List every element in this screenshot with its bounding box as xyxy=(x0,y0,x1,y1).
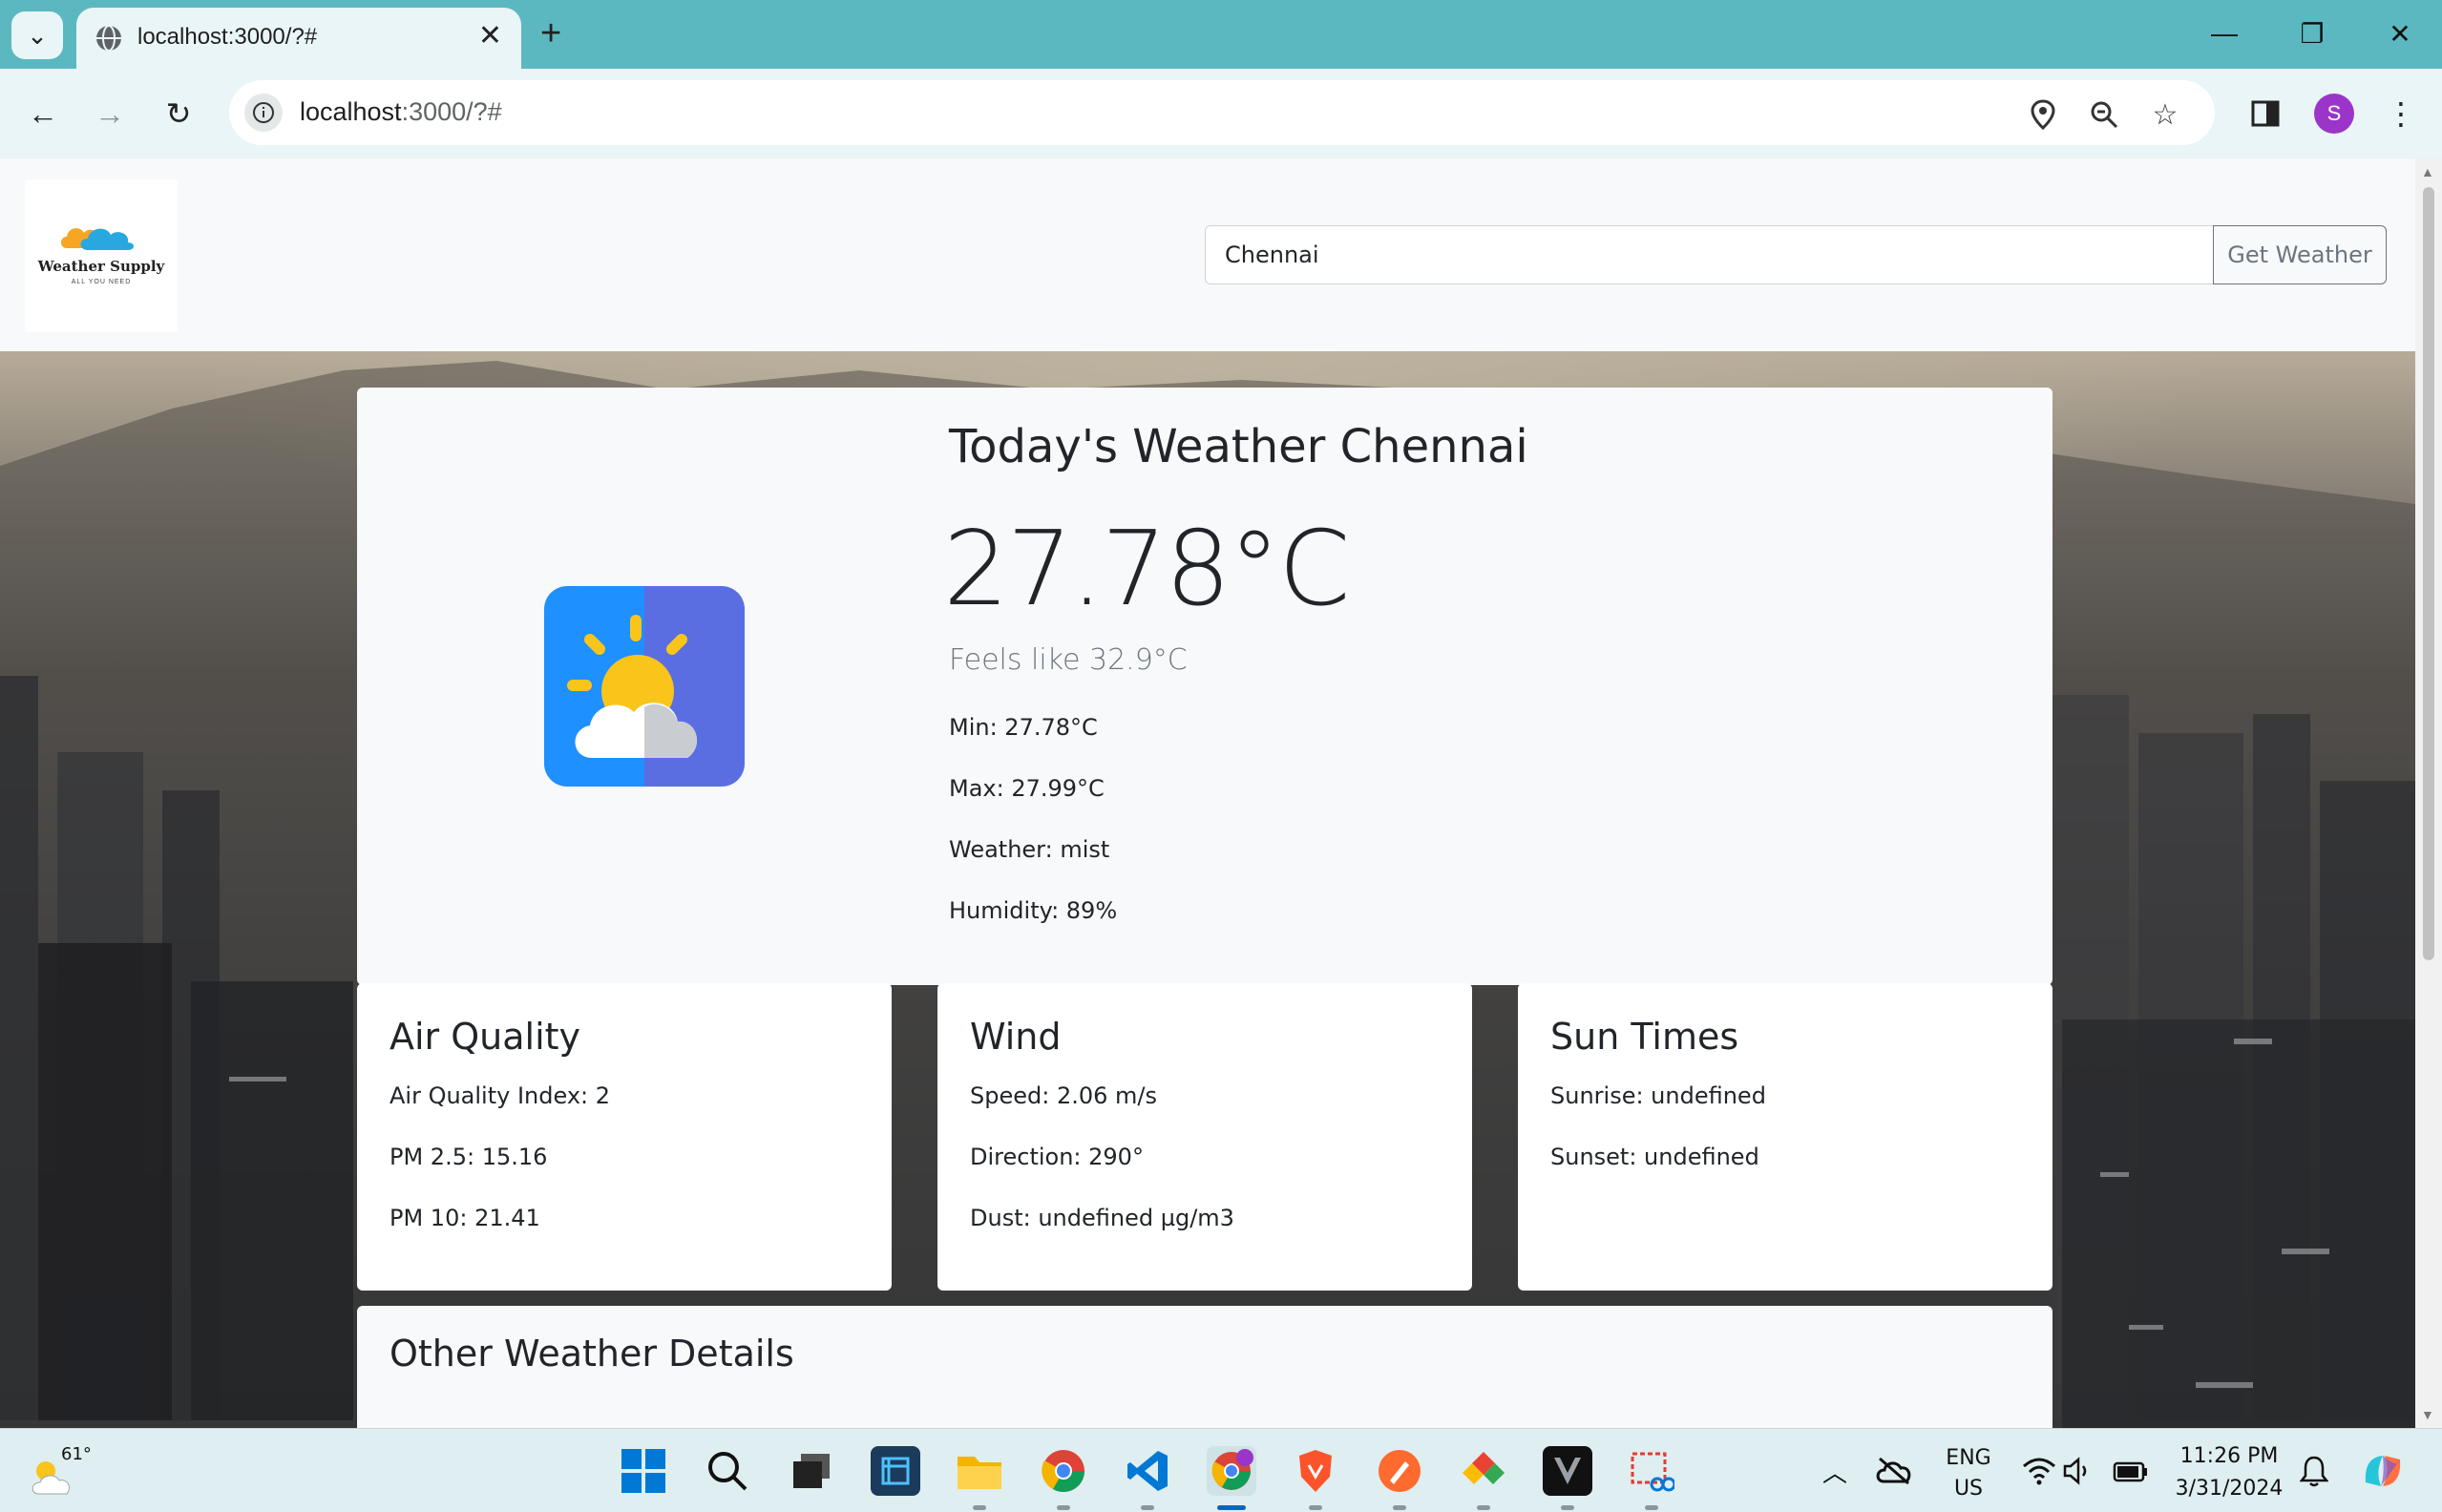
wind-title: Wind xyxy=(970,1016,1062,1058)
site-info-icon[interactable] xyxy=(244,94,283,132)
running-indicator xyxy=(1057,1505,1070,1510)
page-scrollbar[interactable]: ▲ ▼ xyxy=(2415,158,2442,1428)
file-explorer-icon[interactable] xyxy=(955,1446,1004,1496)
menu-kebab-icon[interactable]: ⋮ xyxy=(2377,90,2425,137)
url-text[interactable]: localhost:3000/?# xyxy=(300,97,502,127)
volume-icon[interactable] xyxy=(2054,1446,2104,1496)
running-indicator xyxy=(1477,1505,1490,1510)
profile-avatar[interactable]: S xyxy=(2314,94,2354,134)
running-indicator xyxy=(1645,1505,1658,1510)
restore-icon[interactable]: ❐ xyxy=(2284,10,2341,57)
search-icon[interactable] xyxy=(703,1446,752,1496)
other-details-card: Other Weather Details xyxy=(357,1306,2053,1428)
reload-icon[interactable]: ↻ xyxy=(155,90,202,137)
clock-date[interactable]: 3/31/2024 xyxy=(2167,1477,2291,1501)
scroll-up-icon[interactable]: ▲ xyxy=(2421,164,2434,179)
other-details-title: Other Weather Details xyxy=(389,1333,794,1375)
notification-bell-icon[interactable] xyxy=(2289,1446,2339,1496)
forward-icon[interactable]: → xyxy=(86,90,134,137)
game-app-icon[interactable] xyxy=(1543,1446,1592,1496)
today-weather-title: Today's Weather Chennai xyxy=(949,420,1528,473)
brave-icon[interactable] xyxy=(1291,1446,1340,1496)
tab-title: localhost:3000/?# xyxy=(137,24,318,50)
browser-toolbar: ← → ↻ localhost:3000/?# ☆ S ⋮ xyxy=(0,69,2442,158)
globe-icon xyxy=(96,25,121,52)
sunrise-value: Sunrise: undefined xyxy=(1550,1082,1766,1109)
pm25-value: PM 2.5: 15.16 xyxy=(389,1144,548,1170)
bookmark-star-icon[interactable]: ☆ xyxy=(2148,97,2182,132)
max-temperature: Max: 27.99°C xyxy=(949,775,1105,802)
copilot-icon[interactable] xyxy=(2358,1446,2408,1496)
windows-taskbar: 61° ︿ ENG US 11:26 PM 3/31/2024 xyxy=(0,1428,2442,1512)
city-search-input[interactable] xyxy=(1205,225,2215,284)
scrollbar-thumb[interactable] xyxy=(2423,187,2434,960)
browser-tab-bar: ⌄ localhost:3000/?# ✕ + — ❐ ✕ xyxy=(0,0,2442,69)
feels-like: Feels like 32.9°C xyxy=(949,643,1188,677)
sun-times-card: Sun Times Sunrise: undefined Sunset: und… xyxy=(1518,983,2053,1291)
get-weather-button[interactable]: Get Weather xyxy=(2213,225,2387,284)
app-icon[interactable] xyxy=(871,1446,920,1496)
address-bar[interactable]: localhost:3000/?# ☆ xyxy=(229,80,2215,145)
scroll-down-icon[interactable]: ▼ xyxy=(2421,1407,2434,1422)
tab-search-button[interactable]: ⌄ xyxy=(11,11,63,59)
air-quality-index: Air Quality Index: 2 xyxy=(389,1082,611,1109)
battery-icon[interactable] xyxy=(2106,1446,2156,1496)
browser-tab[interactable]: localhost:3000/?# ✕ xyxy=(76,8,521,69)
chrome-profile-icon[interactable] xyxy=(1207,1446,1256,1496)
wind-direction: Direction: 290° xyxy=(970,1144,1144,1170)
clock-time[interactable]: 11:26 PM xyxy=(2167,1444,2291,1468)
sunset-value: Sunset: undefined xyxy=(1550,1144,1759,1170)
weather-widget[interactable]: 61° xyxy=(29,1442,92,1503)
running-indicator xyxy=(1141,1505,1154,1510)
minimize-icon[interactable]: — xyxy=(2196,10,2253,57)
back-icon[interactable]: ← xyxy=(19,90,67,137)
cloud-offline-icon[interactable] xyxy=(1869,1446,1919,1496)
language-line2[interactable]: US xyxy=(1938,1477,1999,1501)
wind-speed: Speed: 2.06 m/s xyxy=(970,1082,1157,1109)
color-app-icon[interactable] xyxy=(1459,1446,1508,1496)
partly-cloudy-icon xyxy=(544,586,745,787)
running-indicator xyxy=(1393,1505,1406,1510)
weather-condition: Weather: mist xyxy=(949,836,1110,863)
vscode-icon[interactable] xyxy=(1123,1446,1172,1496)
city-background: Today's Weather Chennai 27.78°C Feels li… xyxy=(0,351,2415,1428)
pen-app-icon[interactable] xyxy=(1375,1446,1424,1496)
windows-start-icon[interactable] xyxy=(619,1446,668,1496)
snipping-tool-icon[interactable] xyxy=(1627,1446,1676,1496)
chrome-icon[interactable] xyxy=(1039,1446,1088,1496)
air-quality-title: Air Quality xyxy=(389,1016,581,1058)
pm10-value: PM 10: 21.41 xyxy=(389,1205,540,1231)
sun-times-title: Sun Times xyxy=(1550,1016,1739,1058)
app-header: Weather Supply ALL YOU NEED Get Weather xyxy=(0,158,2415,351)
chevron-up-icon[interactable]: ︿ xyxy=(1810,1446,1860,1496)
location-pin-icon[interactable] xyxy=(2026,97,2060,132)
logo[interactable]: Weather Supply ALL YOU NEED xyxy=(25,179,178,332)
active-indicator xyxy=(1217,1505,1246,1510)
weather-widget-temp: 61° xyxy=(61,1444,92,1464)
page-viewport: Weather Supply ALL YOU NEED Get Weather xyxy=(0,158,2415,1428)
zoom-icon[interactable] xyxy=(2087,97,2121,132)
air-quality-card: Air Quality Air Quality Index: 2 PM 2.5:… xyxy=(357,983,892,1291)
logo-name: Weather Supply xyxy=(37,258,165,275)
task-view-icon[interactable] xyxy=(787,1446,836,1496)
humidity: Humidity: 89% xyxy=(949,897,1118,924)
running-indicator xyxy=(1309,1505,1322,1510)
today-weather-card: Today's Weather Chennai 27.78°C Feels li… xyxy=(357,388,2053,985)
logo-tagline: ALL YOU NEED xyxy=(71,279,132,285)
running-indicator xyxy=(973,1505,986,1510)
new-tab-icon[interactable]: + xyxy=(540,13,561,54)
close-window-icon[interactable]: ✕ xyxy=(2371,10,2429,57)
language-line1[interactable]: ENG xyxy=(1938,1446,1999,1470)
wind-card: Wind Speed: 2.06 m/s Direction: 290° Dus… xyxy=(937,983,1472,1291)
chevron-down-icon: ⌄ xyxy=(27,20,48,50)
current-temperature: 27.78°C xyxy=(943,510,1351,629)
running-indicator xyxy=(1561,1505,1574,1510)
close-tab-icon[interactable]: ✕ xyxy=(478,19,502,52)
cloud-logo-icon xyxy=(61,228,134,250)
dust-value: Dust: undefined µg/m3 xyxy=(970,1205,1234,1231)
side-panel-icon[interactable] xyxy=(2242,90,2289,137)
min-temperature: Min: 27.78°C xyxy=(949,714,1098,741)
